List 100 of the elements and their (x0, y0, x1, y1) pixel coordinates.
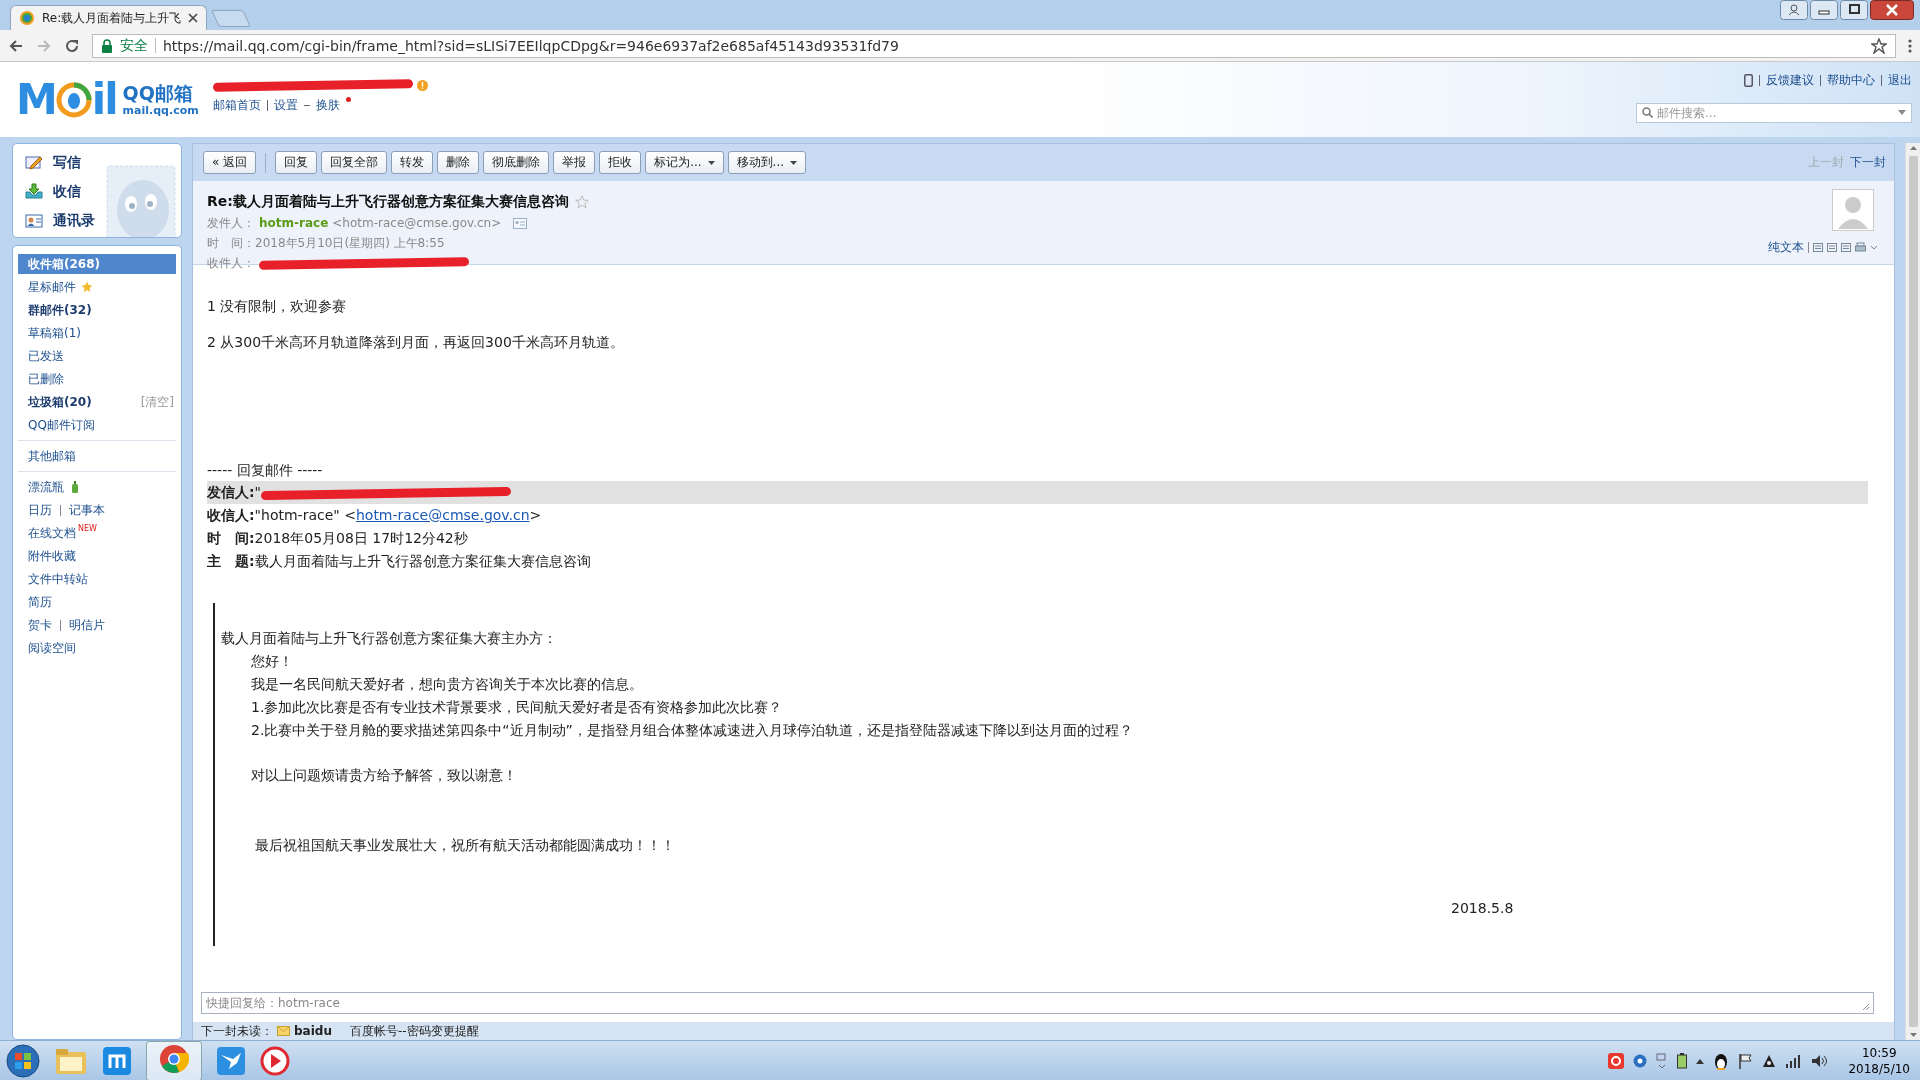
scroll-up-icon (1909, 146, 1917, 150)
folder-item[interactable]: QQ邮件订阅 (18, 415, 176, 435)
toolbar-button[interactable]: 彻底删除 (483, 151, 550, 174)
reload-icon[interactable] (64, 37, 80, 54)
header-link[interactable]: 帮助中心 (1827, 72, 1875, 89)
alert-icon (416, 79, 428, 91)
volume-icon[interactable] (1811, 1053, 1828, 1068)
tool-link[interactable]: 附件收藏 (28, 546, 76, 566)
tool-link[interactable]: 贺卡 (28, 615, 52, 635)
search-field[interactable]: 邮件搜索... (1636, 103, 1912, 123)
scrollbar[interactable] (1905, 143, 1920, 1040)
new-window-icon[interactable] (1813, 242, 1823, 253)
folder-item[interactable]: 已发送 (18, 346, 176, 366)
settings-link[interactable]: 设置 (273, 96, 298, 114)
signal-icon[interactable] (1786, 1053, 1803, 1068)
folder-item[interactable]: 收件箱(268) (18, 254, 176, 274)
back-icon[interactable] (8, 37, 24, 54)
quoted-header: 时 间:2018年05月08日 17时12分42秒 (207, 529, 469, 548)
player-icon[interactable] (260, 1045, 290, 1076)
quoted-text: 您好！ (250, 652, 294, 671)
battery-icon[interactable] (1677, 1052, 1688, 1069)
tool-link[interactable]: 漂流瓶 (28, 477, 64, 497)
sidebar-action[interactable]: 收信 (25, 177, 81, 206)
document-icon[interactable] (1827, 242, 1837, 253)
skin-link[interactable]: 换肤 (315, 96, 340, 114)
tool-link[interactable]: 阅读空间 (28, 638, 76, 658)
address-bar[interactable]: 安全 https://mail.qq.com/cgi-bin/frame_html?sid=sLISi7EEIlqpCDpg&r=946e6937af2e685af45143d93531fd79 (92, 33, 1896, 58)
email-link[interactable]: hotm-race@cmse.gov.cn (355, 507, 530, 523)
sender-address: <hotm-race@cmse.gov.cn> (332, 215, 502, 232)
mail-logo-icon (19, 10, 35, 26)
compose-icon (25, 154, 43, 171)
browser-tab[interactable]: Re:载人月面着陆与上升飞 (10, 5, 208, 30)
chrome-icon[interactable] (159, 1043, 189, 1074)
help-icon[interactable] (1633, 1053, 1648, 1068)
maximize-icon[interactable] (1840, 0, 1868, 20)
folder-item[interactable]: 已删除 (18, 369, 176, 389)
field-label: 发件人： (207, 215, 255, 232)
new-label: NEW (78, 523, 97, 535)
sidebar-action[interactable]: 通讯录 (25, 206, 95, 235)
quick-reply-field[interactable]: 快捷回复给：hotm-race (201, 992, 1874, 1014)
menu-icon[interactable] (1908, 37, 1912, 54)
phone-icon[interactable] (1744, 74, 1753, 87)
tool-link[interactable]: 记事本 (69, 500, 105, 520)
toolbar-button[interactable]: 回复 (275, 151, 318, 174)
resize-grip-icon (1862, 1003, 1870, 1011)
tool-link[interactable]: 文件中转站 (28, 569, 88, 589)
plain-text-link[interactable]: 纯文本 (1768, 239, 1804, 256)
contacts-icon (25, 212, 43, 229)
input-method-icon[interactable] (1608, 1052, 1625, 1069)
logo-letter: M (16, 75, 56, 124)
toolbar-button[interactable]: 回复全部 (321, 151, 388, 174)
dropdown-button[interactable]: 标记为... (645, 151, 724, 174)
folder-item[interactable]: 垃圾箱(20) (18, 392, 141, 412)
back-button[interactable]: « 返回 (203, 151, 257, 174)
message-subject: Re:载人月面着陆与上升飞行器创意方案征集大赛信息咨询 (207, 193, 569, 211)
clock[interactable]: 10:59 2018/5/10 (1848, 1044, 1910, 1077)
sidebar-action[interactable]: 写信 (25, 148, 81, 177)
penguin-icon[interactable] (1713, 1051, 1730, 1070)
close-icon[interactable] (1870, 0, 1914, 20)
profile-icon[interactable] (1780, 0, 1808, 20)
toolbar-button[interactable]: 拒收 (599, 151, 642, 174)
caret-icon[interactable] (1870, 244, 1878, 251)
bird-icon[interactable] (216, 1045, 246, 1076)
folder-item[interactable]: 星标邮件 (18, 277, 176, 297)
browser-app-icon[interactable] (102, 1045, 132, 1076)
star-icon (81, 281, 93, 293)
toolbar-button[interactable]: 转发 (391, 151, 434, 174)
star-icon[interactable] (574, 195, 589, 209)
next-unread-subject[interactable]: 百度帐号--密码变更提醒 (349, 1022, 479, 1040)
tool-link[interactable]: 在线文档 (28, 523, 76, 543)
tool-link[interactable]: 简历 (28, 592, 52, 612)
brand-name: QQ邮箱 (122, 82, 194, 104)
next-unread-label: 下一封未读： (201, 1022, 273, 1040)
expand-tray-icon[interactable] (1696, 1057, 1705, 1064)
toolbar-button[interactable]: 删除 (437, 151, 480, 174)
bookmark-star-icon[interactable] (1871, 37, 1887, 54)
bottle-icon (72, 481, 78, 493)
home-link[interactable]: 邮箱首页 (212, 96, 261, 114)
header-link[interactable]: 反馈建议 (1766, 72, 1814, 89)
caret-icon[interactable] (1898, 110, 1906, 115)
folder-item[interactable]: 草稿箱(1) (18, 323, 176, 343)
field-label: 收件人： (207, 255, 255, 272)
tool-link[interactable]: 明信片 (69, 615, 105, 635)
start-button-icon[interactable] (6, 1043, 40, 1078)
print-icon[interactable] (1855, 242, 1866, 253)
quoted-text: 2018.5.8 (1451, 899, 1514, 918)
close-icon[interactable] (188, 13, 199, 23)
toolbar-button[interactable]: 举报 (553, 151, 596, 174)
clock-date: 2018/5/10 (1848, 1060, 1910, 1077)
folder-item[interactable]: 其他邮箱 (18, 446, 176, 466)
quoted-text: 2.比赛中关于登月舱的要求描述第四条中“近月制动”，是指登月组合体整体减速进入月球停泊轨道，还是指登陆器减速下降以到达月面的过程？ (250, 721, 1134, 740)
folder-item[interactable]: 群邮件(32) (18, 300, 176, 320)
dropdown-button[interactable]: 移动到... (727, 151, 807, 174)
header-link[interactable]: 退出 (1888, 72, 1912, 89)
lock-icon (101, 38, 113, 53)
quoted-text: 1.参加此次比赛是否有专业技术背景要求，民间航天爱好者是否有资格参加此次比赛？ (250, 698, 784, 717)
tool-link[interactable]: 日历 (28, 500, 52, 520)
tab-title: Re:载人月面着陆与上升飞 (42, 9, 182, 27)
nav-link[interactable]: 下一封 (1850, 154, 1886, 171)
flag-icon[interactable] (1738, 1052, 1753, 1069)
